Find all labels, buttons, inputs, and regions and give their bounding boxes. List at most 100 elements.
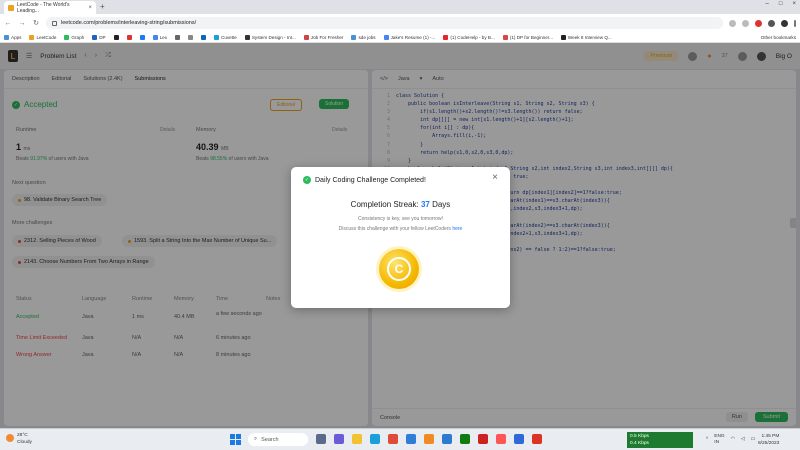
modal-title-text: Daily Coding Challenge Completed! xyxy=(315,176,426,184)
bookmark-item[interactable]: Jake's Resume (1) -... xyxy=(383,34,435,40)
browser-tab-bar: LeetCode - The World's Leading... × + – … xyxy=(0,0,800,14)
bookmark-item[interactable]: Apps xyxy=(4,34,22,40)
acrobat-icon[interactable] xyxy=(532,434,542,444)
bookmark-item[interactable]: Cuvette xyxy=(214,34,237,40)
bookmark-label: Lex xyxy=(159,34,168,40)
bookmark-item[interactable]: DP xyxy=(92,34,106,40)
bookmark-favicon-icon xyxy=(383,34,389,40)
search-placeholder: Search xyxy=(261,436,279,443)
bookmark-item[interactable]: (1) CodeHelp - by B... xyxy=(443,34,495,40)
completion-streak: Completion Streak: 37 Days xyxy=(291,200,510,209)
bookmark-favicon-icon xyxy=(502,34,508,40)
net-down: 0.4 Kbps xyxy=(630,441,649,446)
leetcode-favicon-icon xyxy=(8,4,14,11)
bookmark-favicon-icon xyxy=(139,34,145,40)
tab-close-icon[interactable]: × xyxy=(88,5,92,11)
wifi-icon[interactable]: ◠ xyxy=(731,437,735,443)
consistency-text: Consistency is key, see you tomorrow! xyxy=(358,216,443,222)
bookmark-item[interactable] xyxy=(175,34,181,40)
vscode-icon[interactable] xyxy=(406,434,416,444)
excel-icon[interactable] xyxy=(460,434,470,444)
language-indicator[interactable]: ENG IN xyxy=(714,434,724,445)
bookmark-item[interactable]: Job For Fresher xyxy=(303,34,343,40)
other-bookmarks[interactable]: Other bookmarks xyxy=(761,35,796,40)
taskbar-apps xyxy=(316,434,542,444)
maximize-icon[interactable]: □ xyxy=(779,1,783,7)
reload-icon[interactable]: ↻ xyxy=(32,19,40,27)
bookmark-favicon-icon xyxy=(351,34,357,40)
bookmark-label: Week 8 Interview Q... xyxy=(567,34,612,40)
edge-icon[interactable] xyxy=(370,434,380,444)
taskbar-search[interactable]: ⌕ Search xyxy=(248,433,308,446)
teams-icon[interactable] xyxy=(334,434,344,444)
profile-avatar[interactable] xyxy=(781,19,788,27)
tray-chevron-icon[interactable]: ^ xyxy=(706,437,708,443)
minimize-icon[interactable]: – xyxy=(766,1,769,7)
system-clock[interactable]: 1:45 PM 8/25/2023 xyxy=(758,433,779,447)
streak-days: 37 xyxy=(420,200,430,209)
bookmark-label: Cuvette xyxy=(221,34,237,40)
windows-start-icon[interactable] xyxy=(230,434,241,445)
bookmark-item[interactable]: Lex xyxy=(152,34,168,40)
back-icon[interactable]: ← xyxy=(4,20,12,27)
bookmark-favicon-icon xyxy=(560,34,566,40)
store-icon[interactable] xyxy=(442,434,452,444)
bookmark-label: sde jobs xyxy=(358,34,376,40)
discuss-link[interactable]: here xyxy=(452,226,462,232)
bookmark-label: System Design - Int... xyxy=(251,34,296,40)
bookmark-item[interactable] xyxy=(201,34,207,40)
volume-icon[interactable]: ◁ xyxy=(741,437,745,443)
bookmarks-bar: Apps LeetCode Graph DP Lex Cuvette System Desi… xyxy=(0,32,800,43)
check-circle-icon: ✓ xyxy=(303,176,311,184)
close-icon[interactable]: × xyxy=(492,172,498,183)
new-tab-icon[interactable]: + xyxy=(100,2,105,11)
app-icon[interactable] xyxy=(478,434,488,444)
bookmark-item[interactable] xyxy=(188,34,194,40)
bookmark-star-icon[interactable] xyxy=(742,19,749,27)
bookmark-favicon-icon xyxy=(175,34,181,40)
temperature: 28°C xyxy=(17,433,28,438)
brave-icon[interactable] xyxy=(496,434,506,444)
app-icon[interactable] xyxy=(514,434,524,444)
menu-icon[interactable] xyxy=(794,19,796,27)
bookmark-label: Graph xyxy=(71,34,85,40)
window-close-icon[interactable]: × xyxy=(792,1,796,7)
extension-icon[interactable] xyxy=(755,19,762,27)
bookmark-label: (1) CodeHelp - by B... xyxy=(450,34,495,40)
bookmark-item[interactable]: LeetCode xyxy=(29,34,56,40)
weather-condition: Cloudy xyxy=(17,440,32,445)
bookmark-label: Apps xyxy=(11,34,22,40)
leetcode-coin-logo-icon: C xyxy=(387,257,411,281)
browser-tab[interactable]: LeetCode - The World's Leading... × xyxy=(4,1,96,14)
bookmark-favicon-icon xyxy=(303,34,309,40)
leetcode-coin-icon: C xyxy=(379,249,419,289)
puzzle-icon[interactable] xyxy=(768,19,775,27)
bookmark-item[interactable]: (1) DP for Beginner... xyxy=(502,34,553,40)
bookmark-favicon-icon xyxy=(244,34,250,40)
bookmark-label: DP xyxy=(99,34,106,40)
vlc-icon[interactable] xyxy=(424,434,434,444)
battery-icon[interactable]: ▭ xyxy=(751,437,756,443)
weather-widget[interactable]: 28°C Cloudy xyxy=(6,432,32,446)
chrome-icon[interactable] xyxy=(388,434,398,444)
bookmark-item[interactable]: sde jobs xyxy=(351,34,376,40)
share-icon[interactable] xyxy=(729,19,736,27)
windows-taskbar: 28°C Cloudy ⌕ Search 0.5 Kbps 0.4 Kbps ^… xyxy=(0,428,800,450)
streak-suffix: Days xyxy=(432,200,451,209)
address-bar[interactable]: leetcode.com/problems/interleaving-strin… xyxy=(46,17,723,29)
bookmark-label: (1) DP for Beginner... xyxy=(509,34,553,40)
bookmark-item[interactable] xyxy=(126,34,132,40)
bookmark-item[interactable] xyxy=(113,34,119,40)
bookmark-item[interactable]: Graph xyxy=(64,34,85,40)
bookmark-favicon-icon xyxy=(152,34,158,40)
forward-icon[interactable]: → xyxy=(18,20,26,27)
discuss-prefix: Discuss this challenge with your fellow … xyxy=(338,226,451,232)
clock-time: 1:45 PM xyxy=(761,434,780,439)
file-explorer-icon[interactable] xyxy=(352,434,362,444)
bookmark-item[interactable]: System Design - Int... xyxy=(244,34,296,40)
bookmark-item[interactable] xyxy=(139,34,145,40)
bookmark-favicon-icon xyxy=(443,34,449,40)
bookmark-item[interactable]: Week 8 Interview Q... xyxy=(560,34,612,40)
window-controls: – □ × xyxy=(766,1,796,7)
task-view-icon[interactable] xyxy=(316,434,326,444)
